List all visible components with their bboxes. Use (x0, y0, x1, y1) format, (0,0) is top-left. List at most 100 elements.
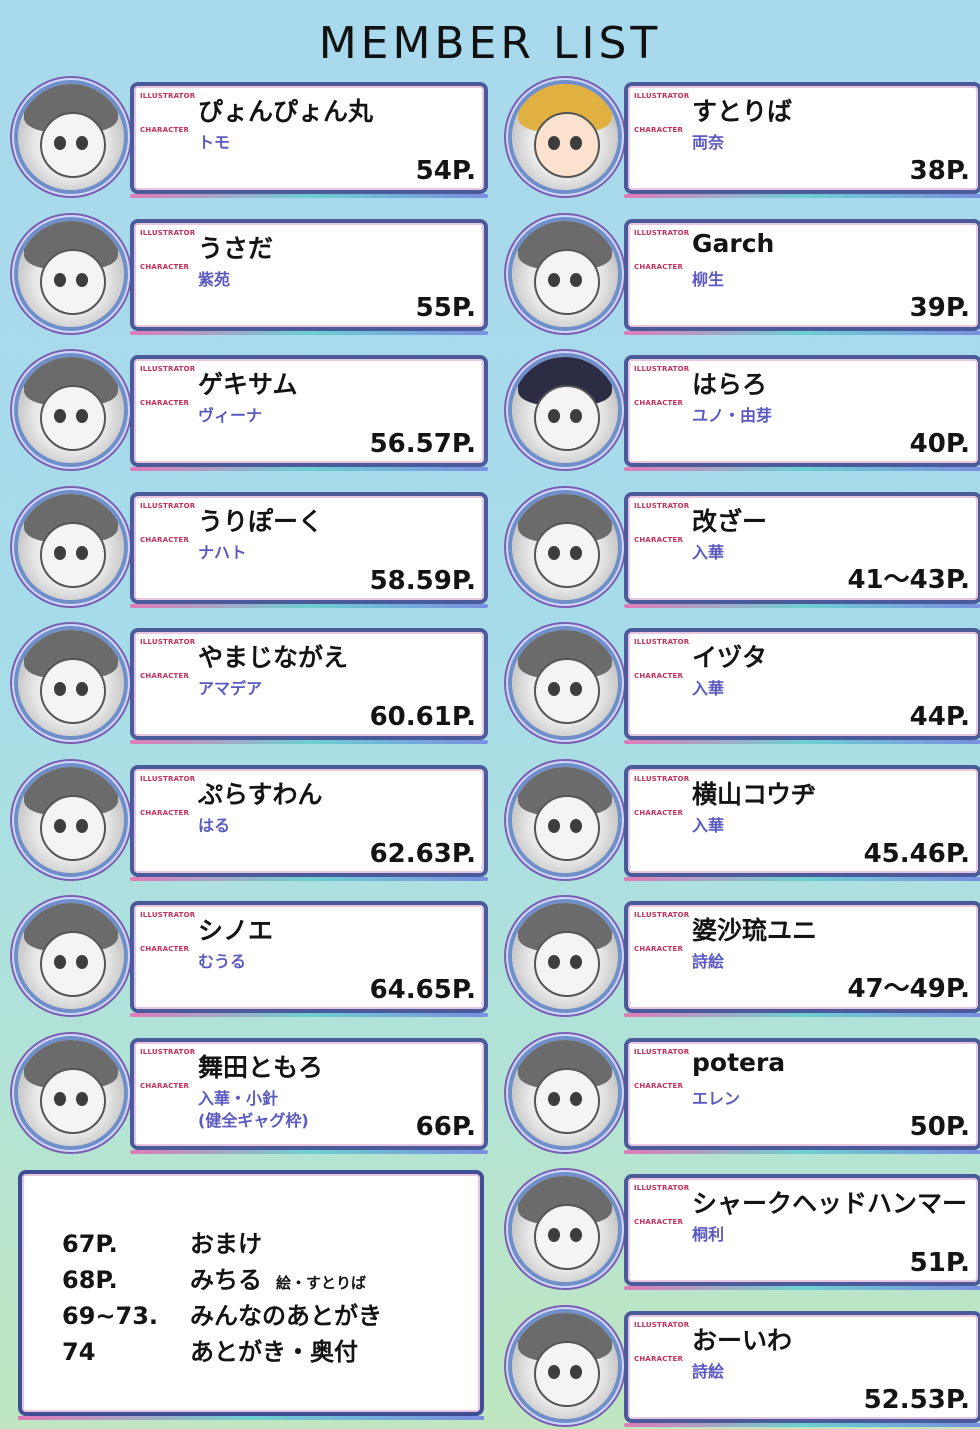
illustrator-name: うさだ (198, 233, 274, 263)
character-note: (健全ギャグ枠) (198, 1110, 309, 1130)
character-tag: CHARACTER (140, 399, 190, 407)
member-card: ILLUSTRATOR CHARACTER イヅタ 入華 44P. (624, 628, 980, 744)
illustrator-tag: ILLUSTRATOR (634, 228, 690, 237)
character-name: ナハト (198, 542, 247, 562)
illustrator-tag: ILLUSTRATOR (140, 365, 196, 373)
character-tag: CHARACTER (140, 126, 190, 134)
member-entry: ILLUSTRATOR CHARACTER ぴょんぴょん丸 トモ 54P. (18, 82, 488, 198)
contents-row: 69~73. みんなのあとがき (62, 1296, 382, 1331)
character-portrait (512, 766, 618, 873)
illustrator-name: 横山コウヂ (692, 779, 817, 809)
page-number: 52.53P. (863, 1384, 970, 1415)
character-portrait (18, 84, 124, 190)
page-number: 38P. (909, 156, 970, 186)
contents-title: みんなのあとがき (190, 1302, 382, 1330)
character-portrait (512, 357, 618, 463)
page-number: 41～43P. (847, 564, 970, 595)
character-name: むうる (198, 952, 247, 971)
character-tag: CHARACTER (634, 672, 684, 680)
member-card: ILLUSTRATOR CHARACTER シノエ むうる 64.65P. (130, 901, 488, 1017)
member-entry: ILLUSTRATOR CHARACTER 改ざー 入華 41～43P. (512, 491, 980, 608)
illustrator-name: Garch (692, 228, 775, 258)
member-entry: ILLUSTRATOR CHARACTER イヅタ 入華 44P. (512, 628, 980, 744)
character-name: 詩絵 (692, 952, 725, 971)
character-name: 両奈 (692, 133, 725, 152)
character-name: 紫苑 (198, 269, 231, 289)
page-number: 58.59P. (369, 565, 476, 596)
page-number: 45.46P. (863, 838, 970, 869)
contents-pages: 68P. (62, 1266, 118, 1294)
page-number: 50P. (909, 1111, 970, 1142)
illustrator-name: うりぽーく (198, 506, 324, 536)
page-number: 44P. (909, 702, 970, 732)
character-portrait (18, 493, 124, 600)
member-card: ILLUSTRATOR CHARACTER シャークヘッドハンマー桐利 51P. (624, 1174, 980, 1290)
page-number: 51P. (909, 1248, 970, 1278)
character-portrait (18, 357, 124, 463)
character-name: 入華 (692, 542, 725, 562)
character-tag: CHARACTER (140, 535, 190, 544)
illustrator-name: potera (692, 1047, 786, 1077)
member-card: ILLUSTRATOR CHARACTER はらろユノ・由芽 40P. (624, 355, 980, 471)
character-name: トモ (198, 133, 231, 152)
illustrator-name: ぷらすわん (198, 779, 323, 809)
character-portrait (18, 903, 124, 1009)
member-card: ILLUSTRATOR CHARACTER ぷらすわん はる 62.63P. (130, 764, 488, 881)
member-entry: ILLUSTRATOR CHARACTER シノエ むうる 64.65P. (18, 901, 488, 1017)
illustrator-tag: ILLUSTRATOR (140, 911, 196, 919)
member-card: ILLUSTRATOR CHARACTER 改ざー 入華 41～43P. (624, 491, 980, 608)
illustrator-name: ゲキサム (198, 370, 298, 399)
member-entry: ILLUSTRATOR CHARACTER はらろユノ・由芽 40P. (512, 355, 980, 471)
character-tag: CHARACTER (140, 808, 190, 817)
character-portrait (512, 1176, 618, 1282)
illustrator-tag: ILLUSTRATOR (634, 1047, 690, 1056)
character-tag: CHARACTER (634, 1081, 684, 1090)
member-entry: ILLUSTRATOR CHARACTER おーいわ 詩絵 52.53P. (512, 1310, 980, 1427)
member-entry: ILLUSTRATOR CHARACTER Garch 柳生 39P. (512, 218, 980, 335)
contents-row: 68P. みちる 絵・すとりば (62, 1260, 366, 1295)
illustrator-name: はらろ (692, 370, 768, 399)
character-tag: CHARACTER (140, 262, 190, 271)
illustrator-tag: ILLUSTRATOR (140, 92, 196, 100)
illustrator-name: シノエ (198, 916, 274, 945)
character-name: 桐利 (692, 1225, 725, 1244)
character-tag: CHARACTER (634, 945, 684, 953)
member-card: ILLUSTRATOR CHARACTER Garch 柳生 39P. (624, 218, 980, 335)
character-name: ユノ・由芽 (692, 406, 773, 425)
page-number: 40P. (909, 429, 970, 459)
illustrator-name: 舞田ともろ (198, 1052, 324, 1082)
illustrator-tag: ILLUSTRATOR (140, 501, 196, 510)
member-card: ILLUSTRATOR CHARACTER 婆沙琉ユニ 詩絵 47～49P. (624, 901, 980, 1017)
character-tag: CHARACTER (634, 399, 684, 407)
illustrator-name: おーいわ (692, 1325, 793, 1355)
character-portrait (18, 1039, 124, 1146)
member-card: ILLUSTRATOR CHARACTER potera エレン 50P. (624, 1037, 980, 1154)
character-portrait (512, 1312, 618, 1419)
contents-note: 絵・すとりば (276, 1274, 367, 1292)
member-entry: ILLUSTRATOR CHARACTER ゲキサム ヴィーナ 56.57P. (18, 355, 488, 471)
member-entry: ILLUSTRATOR CHARACTER うさだ 紫苑 55P. (18, 218, 488, 335)
member-card: ILLUSTRATOR CHARACTER ゲキサム ヴィーナ 56.57P. (130, 355, 488, 471)
contents-title: みちる (190, 1266, 262, 1294)
illustrator-name: すとりば (692, 97, 793, 126)
page-number: 54P. (415, 156, 476, 186)
illustrator-name: シャークヘッドハンマー (692, 1189, 968, 1218)
illustrator-tag: ILLUSTRATOR (634, 774, 690, 783)
illustrator-tag: ILLUSTRATOR (140, 774, 196, 783)
character-tag: CHARACTER (634, 262, 684, 271)
character-portrait (18, 766, 124, 873)
character-name: ヴィーナ (198, 406, 263, 425)
contents-row: 67P. おまけ (62, 1224, 262, 1259)
page-title: MEMBER LIST (318, 18, 662, 69)
illustrator-tag: ILLUSTRATOR (634, 1184, 690, 1192)
contents-title: あとがき・奥付 (190, 1338, 358, 1366)
illustrator-tag: ILLUSTRATOR (140, 638, 196, 646)
illustrator-name: 改ざー (692, 506, 768, 536)
illustrator-tag: ILLUSTRATOR (634, 638, 690, 646)
page-number: 60.61P. (369, 702, 476, 732)
character-tag: CHARACTER (634, 1218, 684, 1226)
member-entry: ILLUSTRATOR CHARACTER potera エレン 50P. (512, 1037, 980, 1154)
illustrator-tag: ILLUSTRATOR (634, 365, 690, 373)
character-tag: CHARACTER (140, 1081, 190, 1090)
page-number: 47～49P. (847, 974, 970, 1004)
